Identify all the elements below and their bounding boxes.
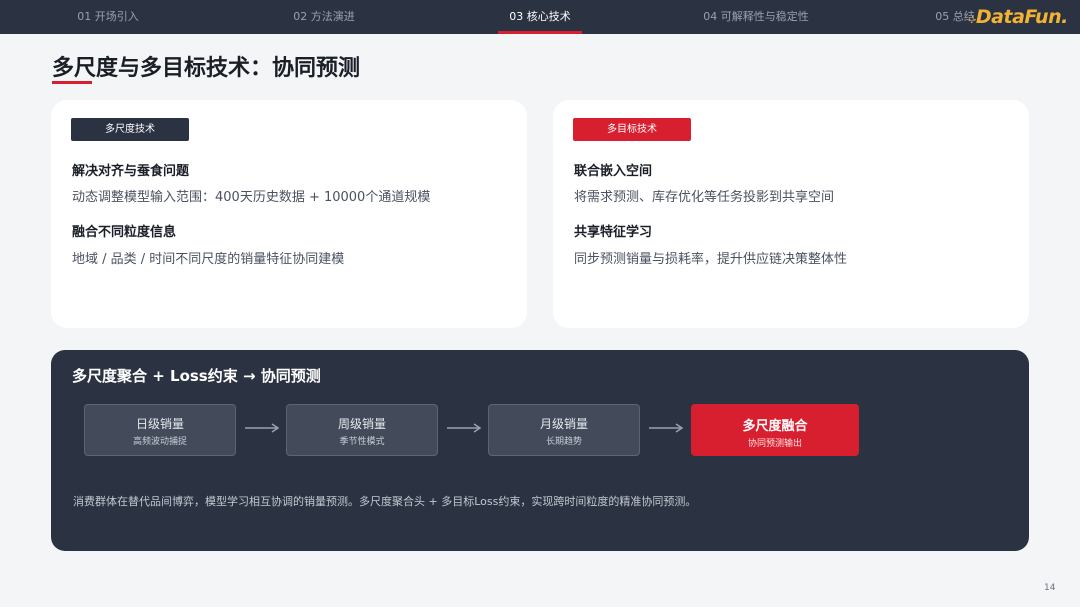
tab-method-evolution[interactable]: 02 方法演进 bbox=[274, 0, 374, 34]
step-daily-sales: 日级销量 高频波动捕捉 bbox=[84, 404, 236, 456]
card-item-heading: 解决对齐与蚕食问题 bbox=[72, 164, 190, 179]
logo-dots-icon: ⁘ bbox=[968, 15, 976, 26]
card-item-heading: 联合嵌入空间 bbox=[574, 164, 653, 179]
step-monthly-sales: 月级销量 长期趋势 bbox=[488, 404, 640, 456]
multi-scale-card: 多尺度技术 解决对齐与蚕食问题 动态调整模型输入范围：400天历史数据 + 10… bbox=[51, 100, 527, 328]
arrow-right-icon bbox=[447, 423, 482, 433]
multi-objective-card: 多目标技术 联合嵌入空间 将需求预测、库存优化等任务投影到共享空间 共享特征学习… bbox=[553, 100, 1029, 328]
card-item-heading: 融合不同粒度信息 bbox=[72, 225, 177, 240]
arrow-right-icon bbox=[649, 423, 684, 433]
step-weekly-sales: 周级销量 季节性模式 bbox=[286, 404, 438, 456]
title-underline bbox=[52, 81, 92, 84]
step-title: 多尺度融合 bbox=[742, 419, 808, 434]
arrow-right-icon bbox=[245, 423, 280, 433]
tab-interpretability[interactable]: 04 可解释性与稳定性 bbox=[688, 0, 824, 34]
card-item-text: 地域 / 品类 / 时间不同尺度的销量特征协同建模 bbox=[72, 252, 345, 267]
card-item-text: 动态调整模型输入范围：400天历史数据 + 10000个通道规模 bbox=[72, 190, 431, 205]
tab-opening[interactable]: 01 开场引入 bbox=[58, 0, 158, 34]
step-multi-scale-fusion: 多尺度融合 协同预测输出 bbox=[691, 404, 859, 456]
step-subtitle: 协同预测输出 bbox=[747, 439, 802, 449]
multi-scale-tag: 多尺度技术 bbox=[71, 118, 189, 141]
flow-title: 多尺度聚合 + Loss约束 → 协同预测 bbox=[72, 367, 321, 385]
step-subtitle: 长期趋势 bbox=[545, 437, 582, 447]
datafun-logo: ⁘DataFun. bbox=[968, 6, 1068, 30]
multi-objective-tag: 多目标技术 bbox=[573, 118, 691, 141]
card-item-text: 将需求预测、库存优化等任务投影到共享空间 bbox=[574, 190, 835, 205]
page-title: 多尺度与多目标技术：协同预测 bbox=[52, 56, 361, 81]
step-title: 周级销量 bbox=[337, 417, 386, 431]
aggregation-flow-panel: 多尺度聚合 + Loss约束 → 协同预测 日级销量 高频波动捕捉 周级销量 季… bbox=[51, 350, 1029, 551]
card-item-heading: 共享特征学习 bbox=[574, 225, 653, 240]
logo-text: DataFun. bbox=[975, 6, 1068, 28]
step-title: 月级销量 bbox=[539, 417, 588, 431]
flow-description: 消费群体在替代品间博弈，模型学习相互协调的销量预测。多尺度聚合头 + 多目标Lo… bbox=[73, 495, 697, 508]
top-navigation: 01 开场引入 02 方法演进 03 核心技术 04 可解释性与稳定性 05 总… bbox=[0, 0, 1080, 34]
tab-core-technology[interactable]: 03 核心技术 bbox=[498, 0, 582, 34]
step-title: 日级销量 bbox=[135, 417, 184, 431]
step-subtitle: 高频波动捕捉 bbox=[132, 437, 187, 447]
page-number: 14 bbox=[1044, 583, 1056, 593]
step-subtitle: 季节性模式 bbox=[339, 437, 385, 447]
card-item-text: 同步预测销量与损耗率，提升供应链决策整体性 bbox=[574, 252, 848, 267]
